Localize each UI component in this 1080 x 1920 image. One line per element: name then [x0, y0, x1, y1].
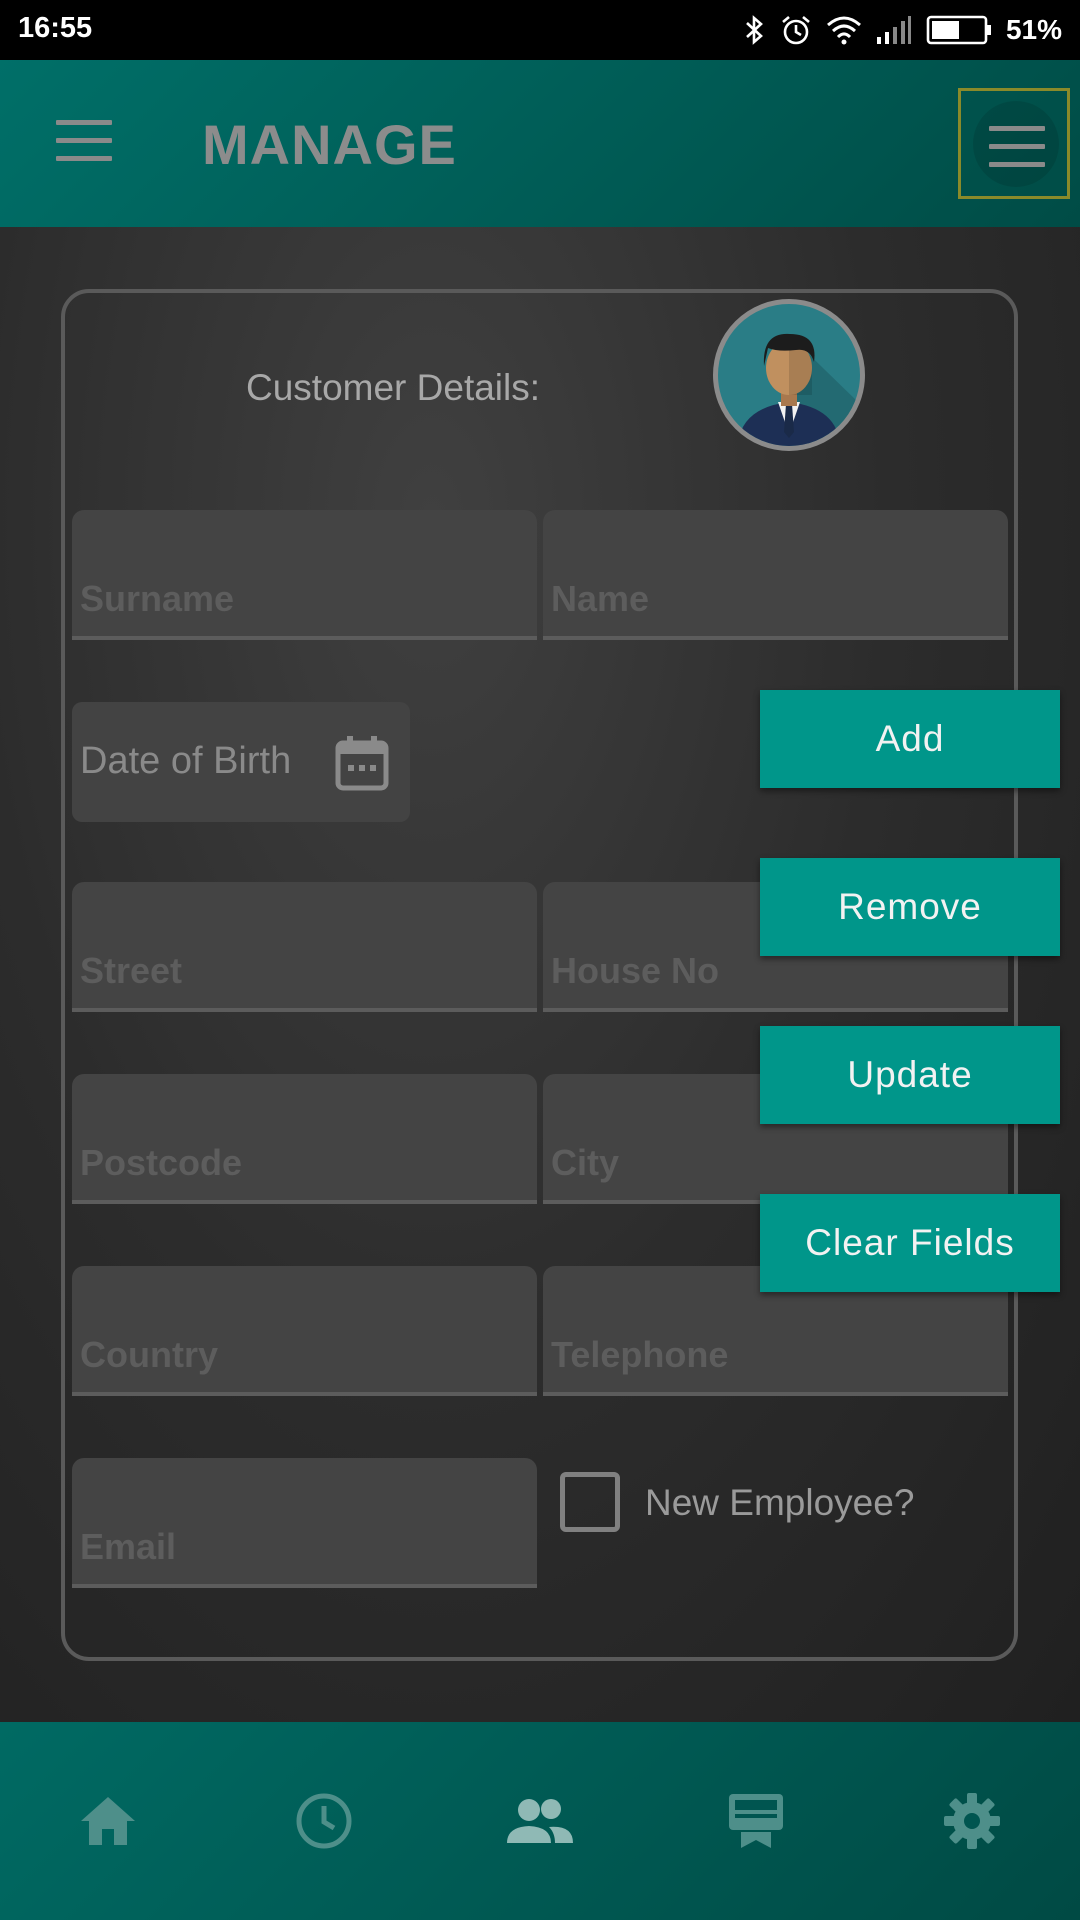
clear-fields-button[interactable]: Clear Fields	[760, 1194, 1060, 1292]
menu-icon[interactable]	[56, 120, 112, 164]
bluetooth-icon	[746, 15, 763, 45]
status-icons: 51%	[744, 10, 1062, 50]
bottom-nav	[0, 1722, 1080, 1920]
battery-percent: 51%	[1005, 14, 1062, 45]
postcode-field[interactable]	[72, 1074, 537, 1204]
postcode-input[interactable]	[72, 1074, 537, 1200]
alarm-icon	[782, 16, 810, 45]
new-employee-label: New Employee?	[645, 1482, 915, 1523]
signal-icon	[876, 16, 911, 44]
street-input[interactable]	[72, 882, 537, 1008]
name-field[interactable]	[543, 510, 1008, 640]
remove-button[interactable]: Remove	[760, 858, 1060, 956]
update-button[interactable]: Update	[760, 1026, 1060, 1124]
home-icon	[81, 1797, 135, 1845]
menu-icon	[989, 126, 1045, 170]
nav-item-receipts[interactable]	[648, 1722, 864, 1920]
page-title: MANAGE	[202, 113, 457, 176]
person-avatar-icon	[713, 299, 865, 451]
email-input[interactable]	[72, 1458, 537, 1584]
wifi-icon	[826, 16, 861, 45]
content-area: Customer Details: Date of Birth	[0, 227, 1080, 1722]
settings-icon	[944, 1793, 1000, 1849]
email-field[interactable]	[72, 1458, 537, 1588]
status-time: 16:55	[18, 12, 93, 44]
street-field[interactable]	[72, 882, 537, 1012]
app-bar: MANAGE	[0, 60, 1080, 227]
calendar-icon[interactable]	[334, 734, 390, 792]
name-input[interactable]	[543, 510, 1008, 636]
country-field[interactable]	[72, 1266, 537, 1396]
customer-details-label: Customer Details:	[246, 367, 541, 408]
nav-item-home[interactable]	[0, 1722, 216, 1920]
receipt-icon	[729, 1794, 783, 1848]
nav-item-people[interactable]	[432, 1722, 648, 1920]
add-button[interactable]: Add	[760, 690, 1060, 788]
nav-item-history[interactable]	[216, 1722, 432, 1920]
nav-item-settings[interactable]	[864, 1722, 1080, 1920]
status-bar: 16:55 51%	[0, 0, 1080, 60]
date-of-birth-field[interactable]: Date of Birth	[72, 702, 410, 822]
people-icon	[507, 1799, 573, 1843]
country-input[interactable]	[72, 1266, 537, 1392]
date-of-birth-label: Date of Birth	[80, 740, 292, 782]
surname-field[interactable]	[72, 510, 537, 640]
new-employee-checkbox[interactable]	[560, 1472, 620, 1532]
battery-icon	[926, 15, 991, 45]
surname-input[interactable]	[72, 510, 537, 636]
menu-button-right[interactable]	[958, 88, 1070, 199]
clock-icon	[296, 1793, 352, 1849]
